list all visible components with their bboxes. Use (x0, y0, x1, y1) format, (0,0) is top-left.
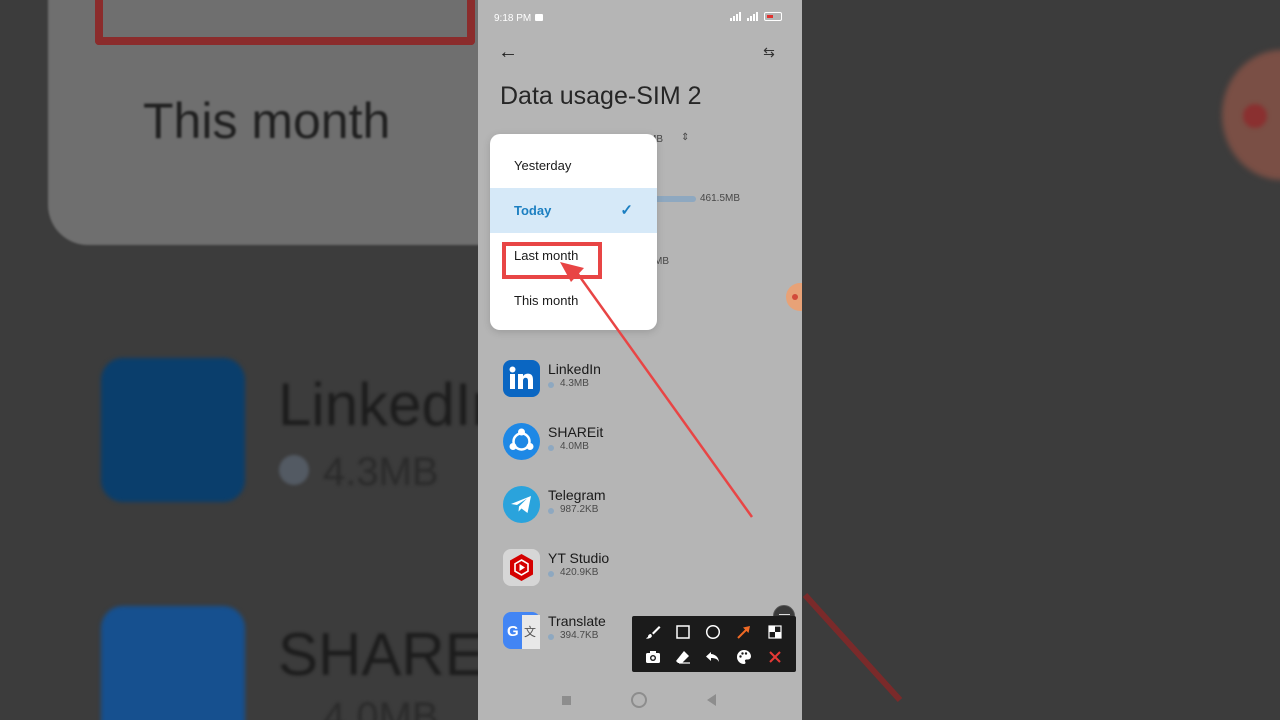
arrow-left-icon[interactable]: ← (498, 40, 522, 64)
period-dropdown-menu: Yesterday Today ✓ Last month This month (490, 134, 657, 330)
bg-annotation-box (95, 0, 475, 45)
swap-arrows-icon[interactable]: ⇆ (758, 40, 780, 64)
bg-app-name: LinkedIn (278, 371, 505, 438)
bg-app-size: 4.0MB (323, 695, 439, 720)
usage-bar-value: 461.5MB (700, 193, 741, 204)
camera-icon[interactable] (640, 645, 666, 669)
close-icon[interactable] (762, 645, 788, 669)
app-name: Telegram (548, 487, 606, 503)
app-name: YT Studio (548, 550, 610, 566)
status-time: 9:18 PM (494, 13, 532, 24)
page-title: Data usage-SIM 2 (500, 82, 702, 110)
linkedin-icon (503, 360, 540, 397)
menu-item-this-month[interactable]: This month (490, 278, 657, 323)
menu-item-label: Today (514, 203, 552, 218)
usage-dot (548, 571, 554, 577)
bg-usage-dot (279, 455, 309, 485)
bg-menu-text: This month (143, 93, 391, 149)
palette-icon[interactable] (731, 645, 757, 669)
phone-screen: 9:18 PM ← ⇆ Data usage-SIM 2 MB ⇕ 461.5M… (478, 0, 802, 720)
usage-dot (548, 445, 554, 451)
chevron-updown-icon[interactable]: ⇕ (681, 132, 689, 143)
list-item[interactable]: YT Studio 420.9KB (503, 547, 773, 595)
usage-dot (548, 634, 554, 640)
bg-floating-orb-dot (1243, 104, 1267, 128)
home-button[interactable] (631, 692, 647, 708)
circle-icon[interactable] (700, 620, 726, 644)
app-data-size: 4.3MB (560, 378, 589, 389)
navigation-bar (478, 680, 802, 720)
checkmark-icon: ✓ (620, 202, 633, 219)
status-bar: 9:18 PM (478, 0, 802, 34)
mosaic-icon[interactable] (762, 620, 788, 644)
battery-icon (764, 12, 782, 21)
app-data-size: 394.7KB (560, 630, 599, 641)
menu-item-today[interactable]: Today ✓ (490, 188, 657, 233)
brush-icon[interactable] (640, 620, 666, 644)
arrow-icon[interactable] (731, 620, 757, 644)
svg-text:G: G (507, 623, 519, 640)
recents-button[interactable] (562, 696, 571, 705)
list-item[interactable]: Telegram 987.2KB (503, 484, 773, 532)
app-data-size: 420.9KB (560, 567, 599, 578)
drawing-toolbar (632, 616, 796, 672)
usage-dot (548, 382, 554, 388)
signal-icon (747, 12, 758, 21)
yt-studio-icon (503, 549, 540, 586)
app-name: SHAREit (548, 424, 604, 440)
app-name: Translate (548, 613, 606, 629)
list-item[interactable]: LinkedIn 4.3MB (503, 358, 773, 406)
telegram-icon (503, 486, 540, 523)
translate-icon: G文 (503, 612, 540, 649)
bg-linkedin-icon (101, 358, 245, 502)
rectangle-icon[interactable] (670, 620, 696, 644)
app-name: LinkedIn (548, 361, 601, 377)
undo-icon[interactable] (700, 645, 726, 669)
svg-text:文: 文 (524, 624, 536, 639)
shareit-icon (503, 423, 540, 460)
status-indicators (730, 12, 782, 21)
back-button[interactable] (707, 694, 716, 706)
signal-icon (730, 12, 741, 21)
app-data-size: 987.2KB (560, 504, 599, 515)
bg-shareit-icon (101, 606, 245, 720)
menu-item-yesterday[interactable]: Yesterday (490, 143, 657, 188)
eraser-icon[interactable] (670, 645, 696, 669)
screen-record-icon (535, 14, 543, 21)
usage-dot (548, 508, 554, 514)
floating-ball-dot (792, 294, 798, 300)
list-item[interactable]: SHAREit 4.0MB (503, 421, 773, 469)
app-data-size: 4.0MB (560, 441, 589, 452)
bg-app-size: 4.3MB (323, 450, 439, 494)
annotation-highlight-box (502, 242, 602, 279)
